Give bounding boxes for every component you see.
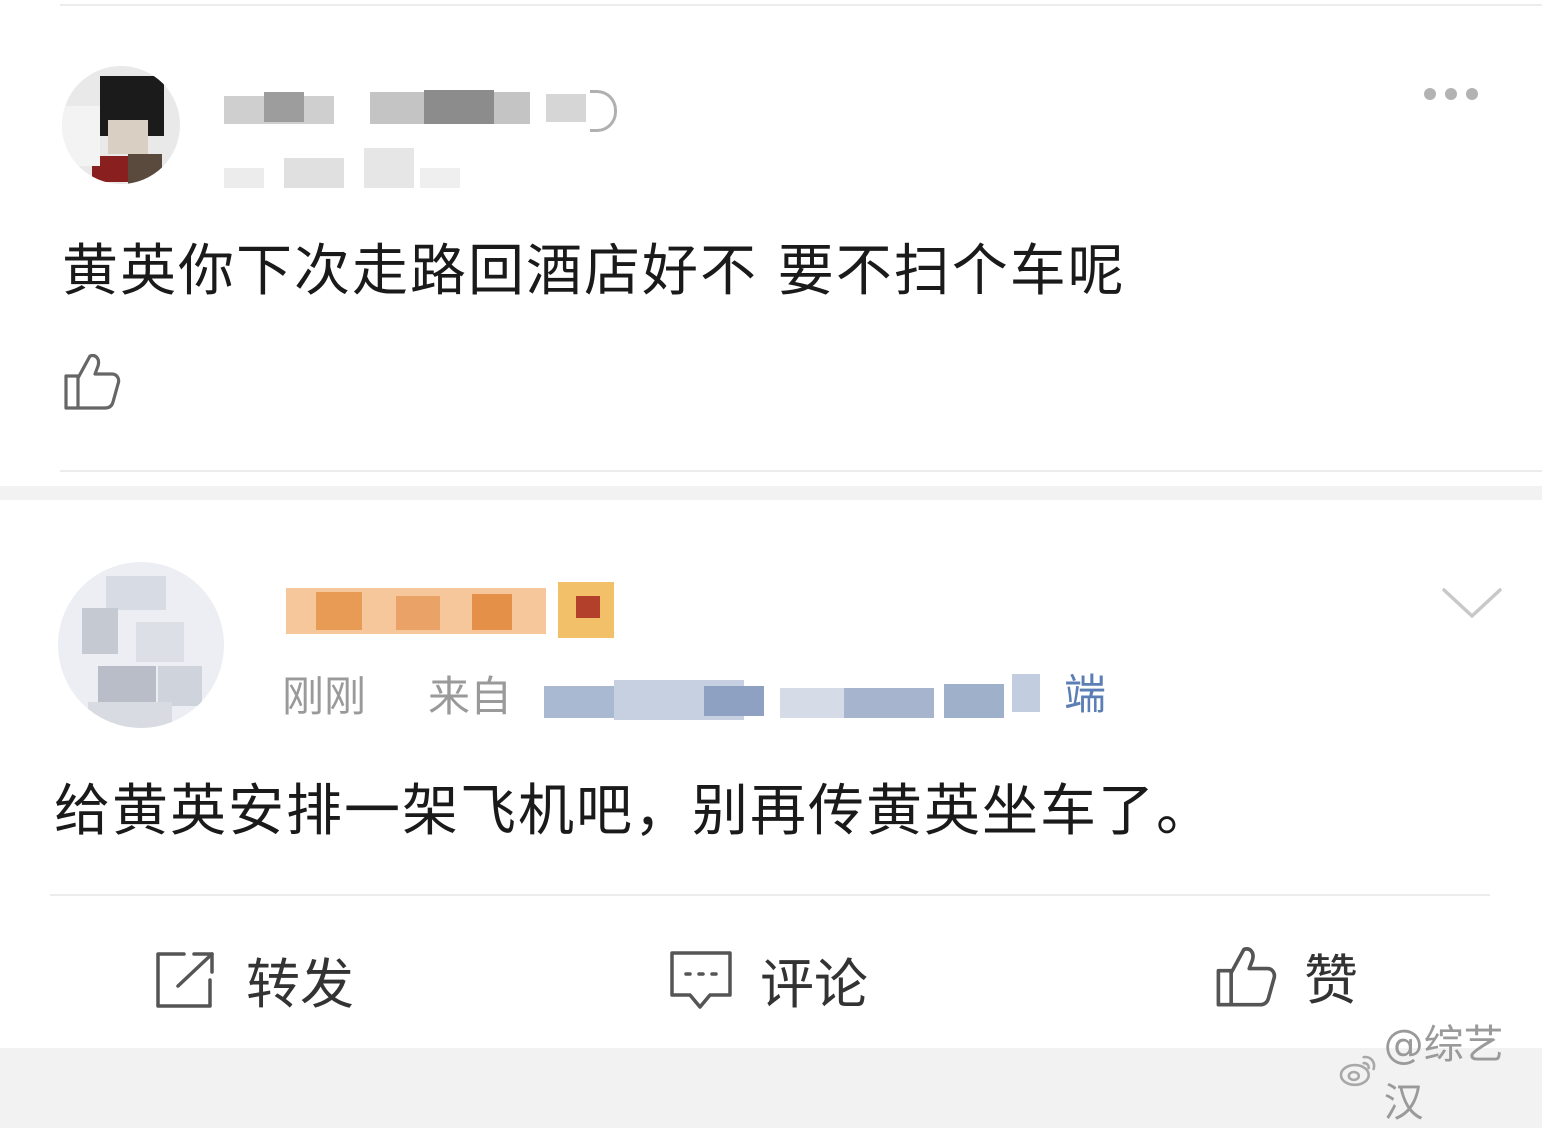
- comment-card-2: 刚刚 来自 端 给黄英安排一架飞机吧，别再传黄英坐车了。 转发 评论 赞: [0, 500, 1542, 1048]
- source-blurred[interactable]: [544, 668, 1040, 724]
- comment-2-text: 给黄英安排一架飞机吧，别再传黄英坐车了。: [54, 779, 1214, 844]
- watermark-text: @综艺汉: [1383, 1022, 1504, 1126]
- thumbs-up-icon: [1216, 946, 1277, 1007]
- avatar-1[interactable]: [62, 66, 180, 184]
- thumbs-up-icon[interactable]: [60, 350, 122, 416]
- more-dots-icon[interactable]: [1424, 88, 1478, 100]
- username-2-blurred[interactable]: [286, 578, 630, 640]
- divider: [50, 894, 1490, 896]
- chevron-down-icon[interactable]: [1440, 584, 1504, 628]
- top-divider: [60, 4, 1542, 6]
- repost-label: 转发: [246, 953, 354, 1016]
- comment-label: 评论: [760, 953, 868, 1016]
- like-label: 赞: [1304, 949, 1358, 1012]
- watermark: @综艺汉: [1338, 1012, 1542, 1128]
- comment-card-1: 黄英你下次走路回酒店好不 要不扫个车呢: [0, 0, 1542, 486]
- repost-button[interactable]: 转发: [154, 940, 354, 1019]
- divider: [60, 470, 1542, 472]
- comment-2-time: 刚刚: [282, 672, 367, 721]
- timestamp-1-blurred: [224, 148, 464, 190]
- weibo-logo-icon: [1339, 1055, 1376, 1087]
- comment-button[interactable]: 评论: [668, 940, 868, 1019]
- like-button[interactable]: 赞: [1212, 936, 1358, 1015]
- comment-bubble-icon: [670, 950, 732, 1009]
- avatar-2[interactable]: [58, 562, 224, 728]
- username-1-blurred[interactable]: [224, 86, 624, 132]
- share-box-icon: [156, 951, 214, 1008]
- comment-2-from-label: 来自: [428, 672, 513, 721]
- comment-1-text: 黄英你下次走路回酒店好不 要不扫个车呢: [62, 239, 1126, 304]
- comment-2-source-suffix[interactable]: 端: [1064, 674, 1106, 716]
